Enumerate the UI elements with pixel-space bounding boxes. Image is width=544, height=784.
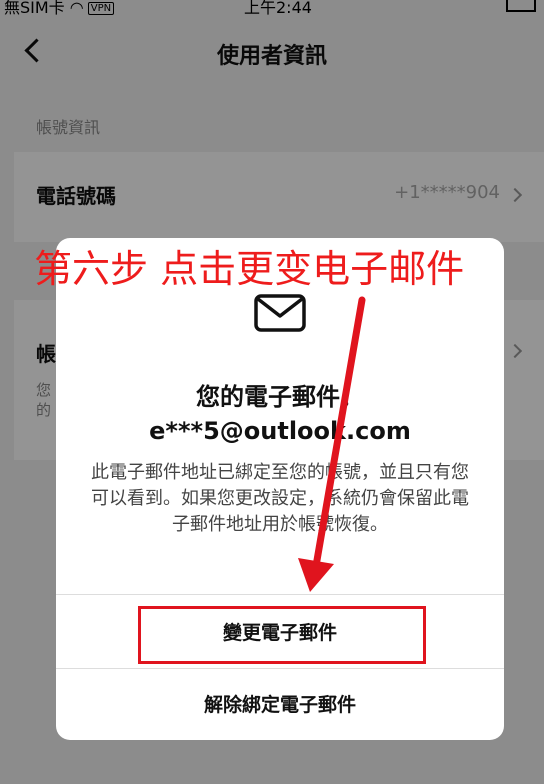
dialog-title: 您的電子郵件： e***5@outlook.com — [56, 380, 504, 448]
divider — [56, 594, 504, 595]
tutorial-highlight-box — [138, 606, 426, 664]
unbind-email-button[interactable]: 解除綁定電子郵件 — [56, 668, 504, 740]
tutorial-annotation-text: 第六步 点击更变电子邮件 — [34, 247, 465, 291]
dialog-title-line1: 您的電子郵件： — [196, 383, 364, 411]
dialog-email-address: e***5@outlook.com — [149, 417, 411, 445]
email-dialog: 您的電子郵件： e***5@outlook.com 此電子郵件地址已綁定至您的帳… — [56, 238, 504, 740]
mail-icon — [254, 294, 306, 332]
dialog-body-text: 此電子郵件地址已綁定至您的帳號，並且只有您可以看到。如果您更改設定，系統仍會保留… — [91, 462, 469, 535]
